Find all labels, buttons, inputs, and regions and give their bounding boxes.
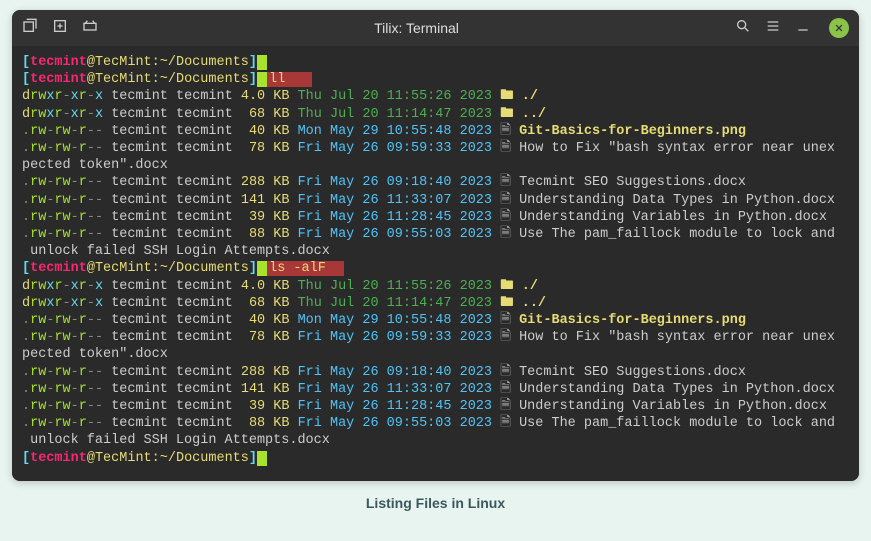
window-title: Tilix: Terminal: [98, 20, 735, 36]
close-button[interactable]: [829, 18, 849, 38]
search-icon[interactable]: [735, 18, 751, 39]
caption: Listing Files in Linux: [0, 495, 871, 511]
titlebar-left-buttons: [22, 18, 98, 39]
split-icon[interactable]: [82, 18, 98, 39]
new-window-icon[interactable]: [52, 18, 68, 39]
titlebar-right-buttons: [735, 18, 849, 39]
titlebar: Tilix: Terminal: [12, 10, 859, 46]
menu-icon[interactable]: [765, 18, 781, 39]
new-tab-icon[interactable]: [22, 18, 38, 39]
terminal-window: Tilix: Terminal [tecmint@TecMint:~/Docum…: [12, 10, 859, 481]
minimize-icon[interactable]: [795, 18, 811, 39]
terminal-output[interactable]: [tecmint@TecMint:~/Documents] [tecmint@T…: [12, 46, 859, 481]
